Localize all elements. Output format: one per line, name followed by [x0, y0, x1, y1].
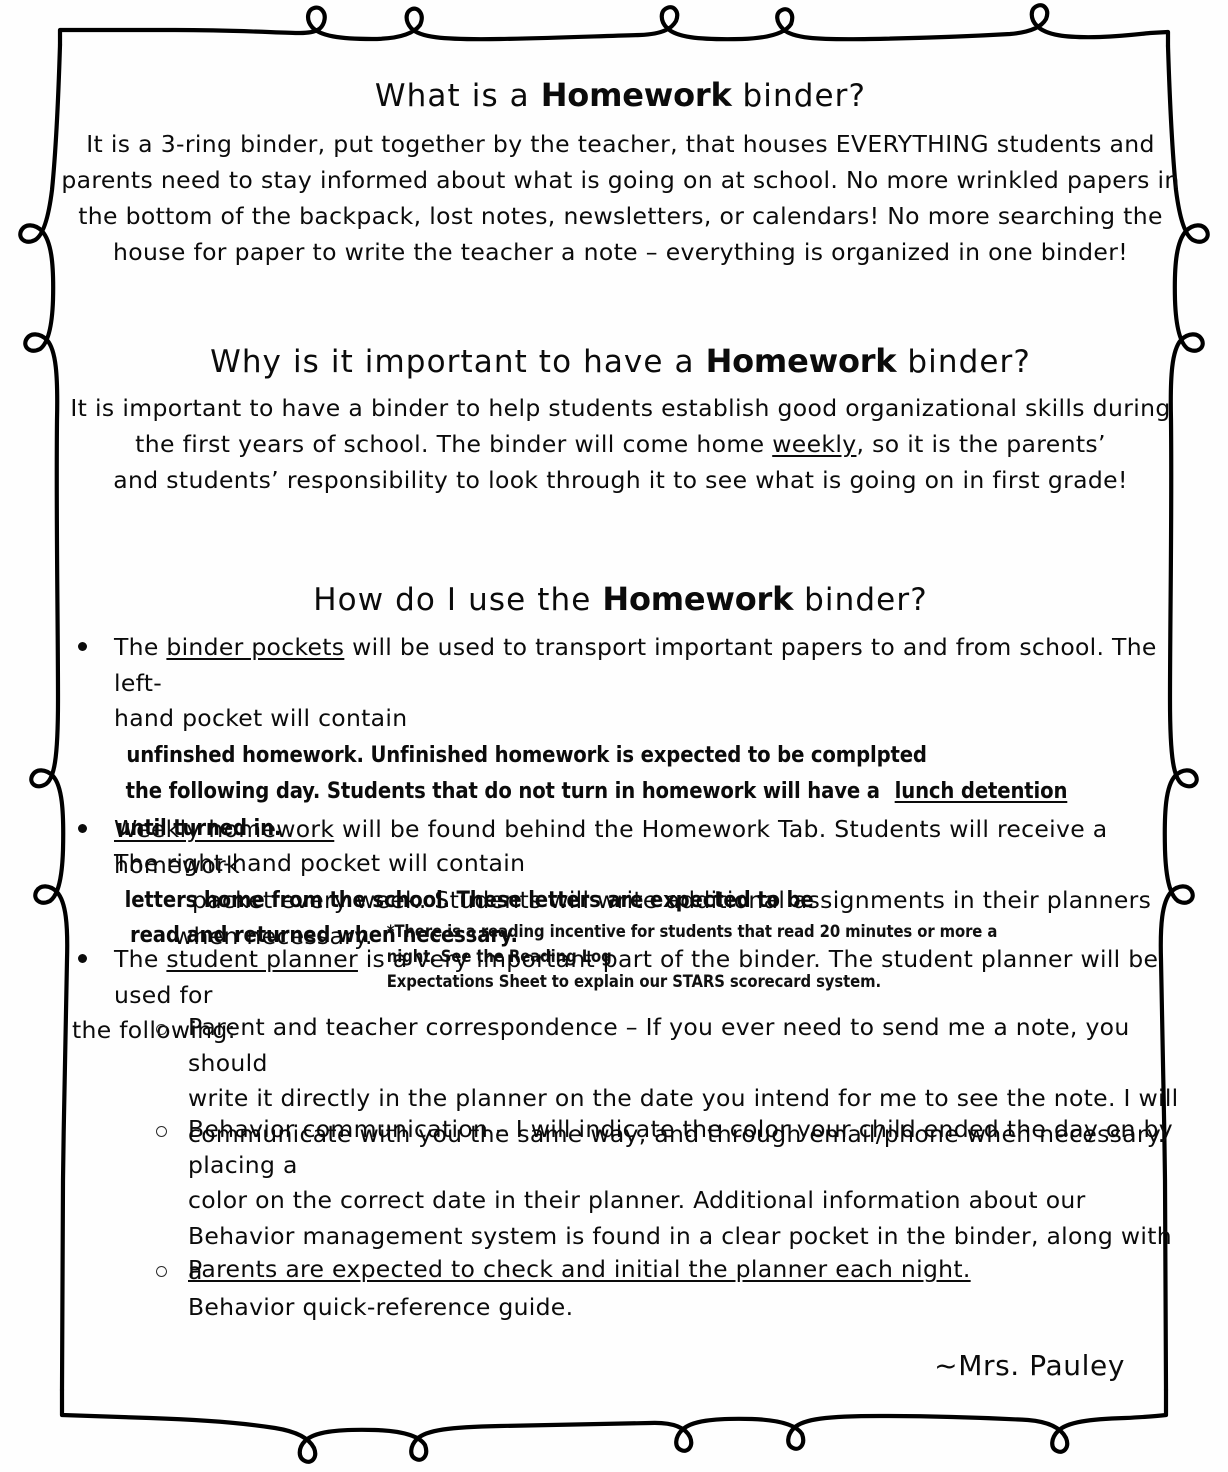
section-why-important: Why is it important to have a Homework b… [58, 342, 1183, 380]
paragraph-line: It is important to have a binder to help… [70, 394, 1171, 422]
emphasis-student-planner: student planner [166, 945, 358, 973]
section-why-important-paragraph: It is important to have a binder to help… [58, 390, 1183, 498]
emphasis-weekly-homework: Weekly homework [114, 815, 335, 843]
emphasis-weekly: weekly [772, 430, 857, 458]
emphasis-parents-initial: Parents are expected to check and initia… [188, 1255, 971, 1283]
paragraph-text-after: , so it is the parents’ [856, 430, 1106, 458]
title-before-text: Why is it important to have a [210, 344, 706, 380]
section-how-to-use-title: How do I use the Homework binder? [58, 580, 1183, 618]
sub-list-item: Parents are expected to check and initia… [58, 1252, 1183, 1288]
sub-list-item-line: Behavior quick-reference guide. [188, 1292, 574, 1321]
paragraph-line: the bottom of the backpack, lost notes, … [78, 202, 1163, 230]
list-item-line: hand pocket will contain unfinshed homew… [114, 701, 1183, 773]
section-how-to-use: How do I use the Homework binder? [58, 580, 1183, 618]
title-after-text: binder? [731, 78, 867, 114]
section-what-is-title: What is a Homework binder? [58, 76, 1183, 114]
list-item-line: The binder pockets will be used to trans… [114, 630, 1183, 701]
sub-list-item-line: color on the correct date in their plann… [188, 1186, 1086, 1214]
text-before: The [114, 945, 167, 973]
signature: ~Mrs. Pauley [934, 1349, 1125, 1382]
title-before-text: How do I use the [313, 582, 603, 618]
bullet-circle-icon [156, 1126, 167, 1137]
section-what-is-paragraph: It is a 3-ring binder, put together by t… [58, 126, 1183, 270]
text-before: hand pocket will contain [114, 704, 408, 732]
inserted-text: the following day. Students that do not … [125, 778, 880, 804]
emphasis-lunch-detention: lunch detention [894, 778, 1067, 804]
title-after-text: binder? [793, 582, 928, 618]
bullet-dot-icon [78, 954, 87, 963]
text-before: The [114, 633, 167, 661]
list-item-line: Weekly homework will be found behind the… [114, 812, 1183, 883]
paragraph-line: It is a 3-ring binder, put together by t… [86, 130, 1155, 158]
sub-list-item-text: Parents are expected to check and initia… [188, 1252, 1183, 1288]
sub-list-item-line: Parent and teacher correspondence – If y… [188, 1013, 1130, 1077]
section-what-is: What is a Homework binder? [58, 76, 1183, 114]
sub-list-item-text: Behavior communication – I will indicate… [188, 1112, 1183, 1325]
list-item-line: packet every week. Students will write a… [192, 886, 1152, 914]
bullet-circle-icon [156, 1266, 167, 1277]
sub-list-item-line: Behavior communication – I will indicate… [188, 1115, 1173, 1179]
paragraph-text-before: the first years of school. The binder wi… [135, 430, 773, 458]
title-before-text: What is a [374, 78, 541, 114]
list-item-line: The student planner is a very important … [114, 942, 1183, 1013]
title-keyword-homework: Homework [540, 76, 732, 114]
bullet-dot-icon [78, 642, 87, 651]
paragraph-line: and students’ responsibility to look thr… [113, 466, 1128, 494]
paragraph-line: the first years of school. The binder wi… [58, 426, 1183, 462]
title-keyword-homework: Homework [705, 342, 897, 380]
emphasis-binder-pockets: binder pockets [166, 633, 345, 661]
title-keyword-homework: Homework [602, 580, 794, 618]
bullet-dot-icon [78, 824, 87, 833]
section-why-important-title: Why is it important to have a Homework b… [58, 342, 1183, 380]
handout-content: What is a Homework binder? It is a 3-rin… [58, 52, 1183, 1382]
inserted-text: unfinshed homework. Unfinished homework … [126, 741, 927, 768]
handout-page: What is a Homework binder? It is a 3-rin… [0, 0, 1228, 1472]
paragraph-line: house for paper to write the teacher a n… [113, 238, 1128, 266]
title-after-text: binder? [896, 344, 1031, 380]
sub-list-item: Behavior communication – I will indicate… [58, 1112, 1183, 1325]
bullet-circle-icon [156, 1024, 167, 1035]
paragraph-line: parents need to stay informed about what… [61, 166, 1180, 194]
